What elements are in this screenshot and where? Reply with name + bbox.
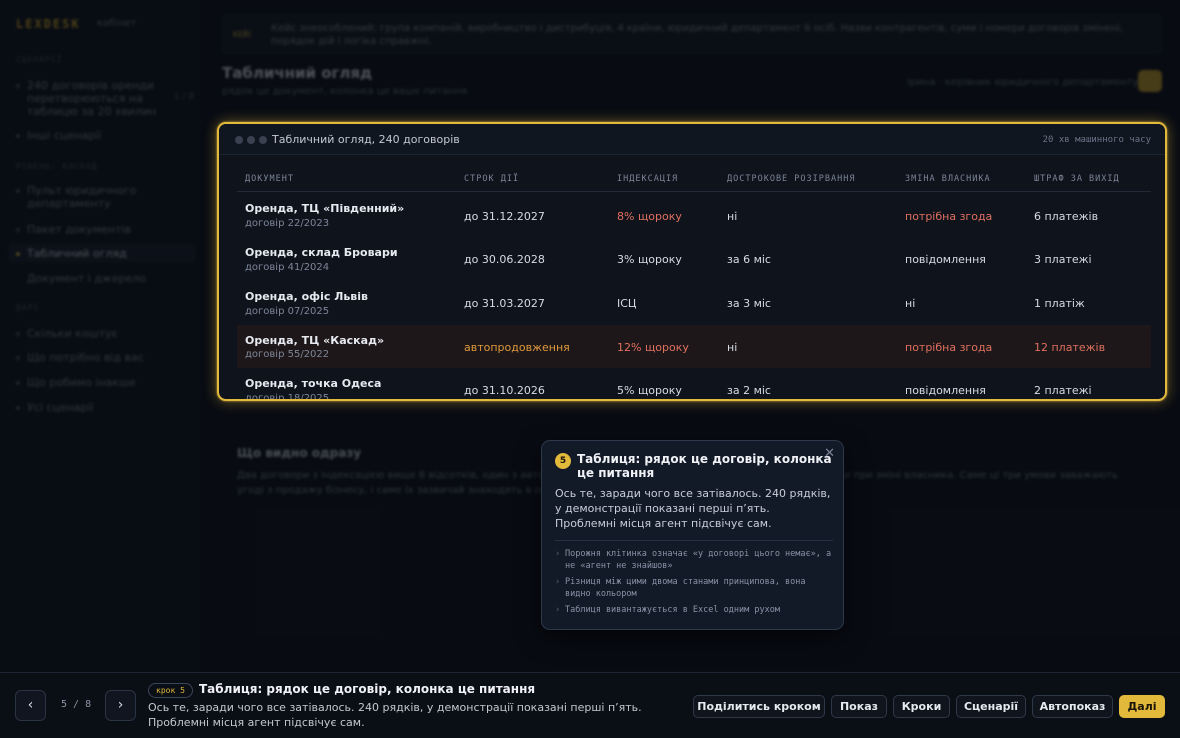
machine-time-label: 20 хв машинного часу xyxy=(1042,135,1151,145)
step-number-badge: 5 xyxy=(555,453,571,469)
step-pager: 5 / 8 xyxy=(61,699,92,710)
cell-early-termination: за 2 міс xyxy=(727,384,771,397)
table-header: Документ Строк дії Індексація Дострокове… xyxy=(237,168,1151,192)
window-dot-icon xyxy=(259,136,267,144)
autoplay-button[interactable]: Автопоказ xyxy=(1032,695,1113,718)
cell-term: до 30.06.2028 xyxy=(464,253,545,266)
share-step-button[interactable]: Поділитись кроком xyxy=(693,695,825,718)
cell-indexation: 5% щороку xyxy=(617,384,682,397)
cell-indexation: 12% щороку xyxy=(617,341,689,354)
document-number: договір 07/2025 xyxy=(245,306,330,317)
list-item: Порожня клітинка означає «у договорі цьо… xyxy=(555,548,833,572)
list-item: Різниця між цими двома станами принципов… xyxy=(555,576,833,600)
cell-early-termination: за 6 міс xyxy=(727,253,771,266)
table-row-highlighted[interactable]: Оренда, ТЦ «Каскад» договір 55/2022 авто… xyxy=(237,325,1151,368)
chevron-left-icon: ‹ xyxy=(27,697,34,713)
cell-exit-penalty: 6 платежів xyxy=(1034,210,1099,223)
step-description: Ось те, заради чого все затівалось. 240 … xyxy=(148,701,642,729)
window-title: Табличний огляд, 240 договорів xyxy=(272,133,460,146)
document-number: договір 22/2023 xyxy=(245,218,330,229)
close-icon[interactable]: ✕ xyxy=(824,446,835,461)
divider xyxy=(555,540,833,541)
list-item: Таблиця вивантажується в Excel одним рух… xyxy=(555,604,833,616)
cell-owner-change: потрібна згода xyxy=(905,210,993,223)
cell-early-termination: ні xyxy=(727,341,738,354)
cell-indexation: 8% щороку xyxy=(617,210,682,223)
window-dot-icon xyxy=(247,136,255,144)
document-name: Оренда, склад Бровари xyxy=(245,246,398,259)
prev-step-button[interactable]: ‹ xyxy=(15,690,46,721)
column-header-term[interactable]: Строк дії xyxy=(464,174,519,184)
next-step-arrow-button[interactable]: › xyxy=(105,690,136,721)
show-button[interactable]: Показ xyxy=(831,695,887,718)
column-header-exit-penalty[interactable]: Штраф за вихід xyxy=(1034,174,1120,184)
column-header-indexation[interactable]: Індексація xyxy=(617,174,678,184)
cell-owner-change: повідомлення xyxy=(905,384,986,397)
popover-title: Таблиця: рядок це договір, колонка це пи… xyxy=(577,452,832,480)
cell-exit-penalty: 12 платежів xyxy=(1034,341,1106,354)
cell-early-termination: за 3 міс xyxy=(727,297,771,310)
window-dot-icon xyxy=(235,136,243,144)
window-titlebar: Табличний огляд, 240 договорів 20 хв маш… xyxy=(219,124,1165,155)
scenarios-button[interactable]: Сценарії xyxy=(956,695,1026,718)
table-row[interactable]: Оренда, ТЦ «Південний» договір 22/2023 д… xyxy=(237,195,1151,238)
tour-bar: ‹ 5 / 8 › крок 5 Таблиця: рядок це догов… xyxy=(0,672,1180,738)
table-row[interactable]: Оренда, точка Одеса договір 18/2025 до 3… xyxy=(237,369,1151,401)
document-name: Оренда, офіс Львів xyxy=(245,290,368,303)
cell-term: автопродовження xyxy=(464,341,570,354)
step-popover: 5 Таблиця: рядок це договір, колонка це … xyxy=(541,440,844,630)
document-number: договір 55/2022 xyxy=(245,349,330,360)
cell-owner-change: потрібна згода xyxy=(905,341,993,354)
cell-indexation: ІСЦ xyxy=(617,297,637,310)
popover-bullets: Порожня клітинка означає «у договорі цьо… xyxy=(555,548,833,620)
table-row[interactable]: Оренда, офіс Львів договір 07/2025 до 31… xyxy=(237,282,1151,325)
cell-early-termination: ні xyxy=(727,210,738,223)
cell-term: до 31.03.2027 xyxy=(464,297,545,310)
next-button[interactable]: Далі xyxy=(1119,695,1165,718)
cell-owner-change: ні xyxy=(905,297,916,310)
popover-body: Ось те, заради чого все затівалось. 240 … xyxy=(555,487,831,530)
document-number: договір 18/2025 xyxy=(245,393,330,401)
column-header-document[interactable]: Документ xyxy=(245,174,294,184)
steps-button[interactable]: Кроки xyxy=(893,695,950,718)
document-name: Оренда, ТЦ «Південний» xyxy=(245,202,405,215)
table-row[interactable]: Оренда, склад Бровари договір 41/2024 до… xyxy=(237,238,1151,281)
cell-term: до 31.12.2027 xyxy=(464,210,545,223)
table-window: Табличний огляд, 240 договорів 20 хв маш… xyxy=(217,122,1167,401)
step-title: Таблиця: рядок це договір, колонка це пи… xyxy=(199,682,536,696)
cell-owner-change: повідомлення xyxy=(905,253,986,266)
document-number: договір 41/2024 xyxy=(245,262,330,273)
document-name: Оренда, точка Одеса xyxy=(245,377,382,390)
cell-exit-penalty: 1 платіж xyxy=(1034,297,1085,310)
step-chip: крок 5 xyxy=(148,683,193,698)
cell-term: до 31.10.2026 xyxy=(464,384,545,397)
cell-exit-penalty: 2 платежі xyxy=(1034,384,1092,397)
cell-indexation: 3% щороку xyxy=(617,253,682,266)
column-header-early-termination[interactable]: Дострокове розірвання xyxy=(727,174,855,184)
column-header-owner-change[interactable]: Зміна власника xyxy=(905,174,991,184)
chevron-right-icon: › xyxy=(117,697,124,713)
document-name: Оренда, ТЦ «Каскад» xyxy=(245,334,385,347)
cell-exit-penalty: 3 платежі xyxy=(1034,253,1092,266)
